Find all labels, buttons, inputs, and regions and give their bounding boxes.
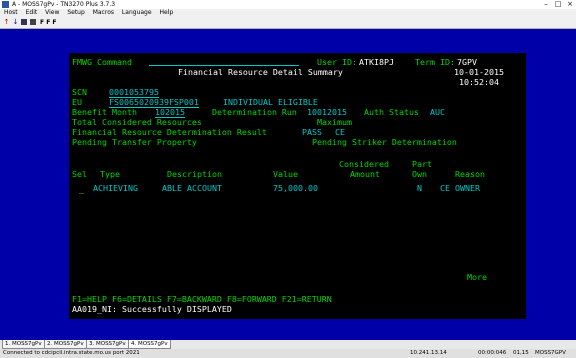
result-code: CE <box>335 127 345 137</box>
connection-status: Connected to cdcipcil.intra.state.mo.us … <box>3 350 140 356</box>
window-title: A - MOSS7gPv - TN3270 Plus 3.7.3 <box>12 1 116 8</box>
det-run-value: 10012015 <box>307 107 347 117</box>
col-type: Type <box>100 169 120 179</box>
disconnect-icon[interactable]: ↓ <box>12 19 19 26</box>
tab-session-4[interactable]: 4. MOSS7gPv <box>128 340 171 349</box>
col-description: Description <box>167 169 222 179</box>
minimize-icon[interactable]: – <box>540 0 552 9</box>
menu-macros[interactable]: Macros <box>93 9 114 16</box>
elapsed-counter: 00:00:046 <box>478 350 507 356</box>
more-indicator: More <box>467 272 487 282</box>
eu-label: EU <box>72 97 82 107</box>
col-reason: Reason <box>455 169 485 179</box>
row-reason: CE OWNER <box>440 183 480 193</box>
tab-session-3[interactable]: 3. MOSS7gPv <box>86 340 129 349</box>
total-considered-label: Total Considered Resources <box>72 117 202 127</box>
screen-title: Financial Resource Detail Summary <box>178 67 343 77</box>
col-value: Value <box>273 169 298 179</box>
row-type: ACHIEVING <box>93 183 138 193</box>
row-description: ABLE ACCOUNT <box>162 183 222 193</box>
maximum-label: Maximum <box>317 117 352 127</box>
connect-icon[interactable]: ↑ <box>3 19 10 26</box>
col-part: Part <box>412 159 432 169</box>
col-amount: Amount <box>350 169 380 179</box>
function-keys: F1=HELP F6=DETAILS F7=BACKWARD F8=FORWAR… <box>72 294 332 304</box>
font-buttons[interactable]: F F F <box>40 18 56 27</box>
result-label: Financial Resource Determination Result <box>72 127 267 137</box>
benefit-month-label: Benefit Month <box>72 107 137 117</box>
status-bar: Connected to cdcipcil.intra.state.mo.us … <box>0 349 576 358</box>
user-id-label: User ID: <box>317 57 357 67</box>
auth-status-label: Auth Status <box>364 107 419 117</box>
maximize-icon[interactable]: □ <box>552 0 564 9</box>
status-message: AA019_NI: Successfully DISPLAYED <box>72 304 232 314</box>
cursor-position: 01,15 <box>513 350 529 356</box>
menu-bar: Host Edit View Setup Macros Language Hel… <box>0 9 576 17</box>
menu-setup[interactable]: Setup <box>67 9 84 16</box>
toolbar: ↑ ↓ F F F <box>0 17 576 29</box>
menu-view[interactable]: View <box>45 9 59 16</box>
tab-session-1[interactable]: 1. MOSS7gPv <box>2 340 45 349</box>
term-id-label: Term ID: <box>415 57 455 67</box>
header-left: FMWG Command <box>72 57 132 67</box>
menu-host[interactable]: Host <box>4 9 18 16</box>
menu-help[interactable]: Help <box>159 9 173 16</box>
scn-label: SCN <box>72 87 87 97</box>
print-icon[interactable] <box>30 19 36 25</box>
terminal-screen[interactable]: FMWG Command User ID: ATKI8PJ Term ID: 7… <box>69 53 526 319</box>
row-select-field[interactable]: _ <box>79 184 84 194</box>
auth-status-value: AUC <box>430 107 445 117</box>
session-name: MOSS7GPV <box>535 350 566 356</box>
pending-transfer-label: Pending Transfer Property <box>72 137 197 147</box>
col-sel: Sel <box>72 169 87 179</box>
row-own: N <box>417 183 422 193</box>
app-icon <box>2 1 9 8</box>
screen-time: 10:52:04 <box>459 77 499 87</box>
close-icon[interactable]: × <box>564 0 576 9</box>
screen-date: 10-01-2015 <box>454 67 504 77</box>
menu-language[interactable]: Language <box>122 9 152 16</box>
menu-edit[interactable]: Edit <box>26 9 38 16</box>
det-run-label: Determination Run <box>212 107 297 117</box>
user-id: ATKI8PJ <box>359 57 394 67</box>
pending-striker-label: Pending Striker Determination <box>312 137 457 147</box>
tab-session-2[interactable]: 2. MOSS7gPv <box>44 340 87 349</box>
col-considered: Considered <box>339 159 389 169</box>
save-icon[interactable] <box>21 19 27 25</box>
window-titlebar: A - MOSS7gPv - TN3270 Plus 3.7.3 – □ × <box>0 0 576 9</box>
result-value: PASS <box>302 127 322 137</box>
term-id: 7GPV <box>457 57 477 67</box>
eu-description: INDIVIDUAL ELIGIBLE <box>223 97 318 107</box>
row-value: 75,000.00 <box>273 183 318 193</box>
col-own: Own <box>412 169 427 179</box>
session-tabs: 1. MOSS7gPv 2. MOSS7gPv 3. MOSS7gPv 4. M… <box>0 340 576 349</box>
ip-address: 10.241.13.14 <box>410 350 447 356</box>
command-field[interactable] <box>149 65 299 66</box>
